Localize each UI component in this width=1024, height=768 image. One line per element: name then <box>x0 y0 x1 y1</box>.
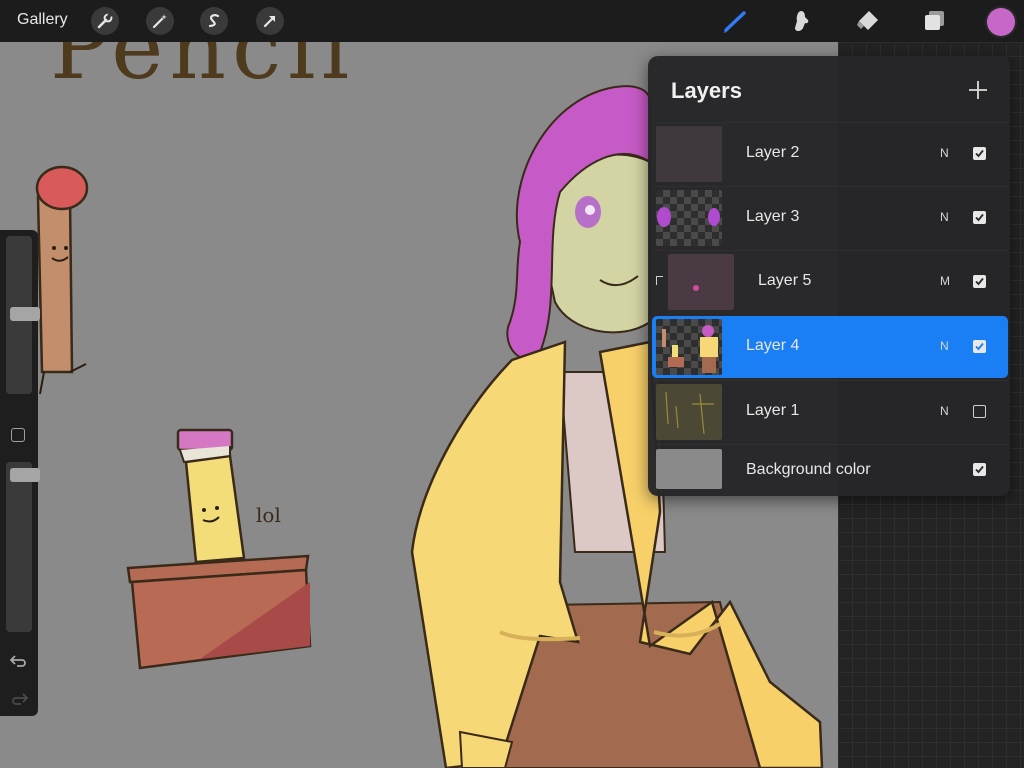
blend-mode[interactable]: N <box>940 146 949 160</box>
modify-square-icon[interactable] <box>11 428 25 442</box>
top-toolbar: Gallery <box>0 0 1024 42</box>
brush-size-slider[interactable] <box>6 236 40 394</box>
undo-icon[interactable] <box>9 650 29 670</box>
eraser-icon[interactable] <box>853 7 883 35</box>
layer-name: Layer 3 <box>746 208 800 225</box>
color-picker-button[interactable] <box>987 8 1015 36</box>
blend-mode[interactable]: M <box>940 274 950 288</box>
opacity-slider[interactable] <box>6 462 40 632</box>
magic-wand-icon[interactable] <box>146 7 174 35</box>
layer-row-layer-3[interactable]: Layer 3 N <box>652 186 1008 249</box>
blend-mode[interactable]: N <box>940 339 949 353</box>
layer-name: Layer 4 <box>746 337 800 354</box>
blend-mode[interactable]: N <box>940 210 949 224</box>
layers-panel-title: Layers <box>671 78 742 103</box>
left-sidebar <box>0 230 40 716</box>
blend-mode[interactable]: N <box>940 404 949 418</box>
artwork-title-lettering: Pencil <box>50 42 356 99</box>
layer-visibility-checkbox[interactable] <box>973 463 986 476</box>
layer-row-background-color[interactable]: Background color <box>652 444 1008 495</box>
layer-visibility-checkbox[interactable] <box>973 147 986 160</box>
layers-icon[interactable] <box>920 7 950 35</box>
plus-icon[interactable] <box>966 78 990 102</box>
layer-thumbnail <box>656 126 722 182</box>
layer-name: Layer 1 <box>746 402 800 419</box>
layer-thumbnail <box>656 319 722 375</box>
brush-icon[interactable] <box>721 7 751 35</box>
layer-visibility-checkbox[interactable] <box>973 211 986 224</box>
smudge-icon[interactable] <box>787 7 817 35</box>
layer-visibility-checkbox[interactable] <box>973 405 986 418</box>
layer-visibility-checkbox[interactable] <box>973 275 986 288</box>
selection-s-icon[interactable] <box>200 7 228 35</box>
layer-name: Layer 2 <box>746 144 800 161</box>
gallery-button[interactable]: Gallery <box>17 11 68 29</box>
layer-row-layer-2[interactable]: Layer 2 N <box>652 122 1008 185</box>
redo-icon[interactable] <box>9 688 29 708</box>
clipping-mask-icon <box>656 276 663 285</box>
layer-thumbnail <box>656 384 722 440</box>
svg-text:lol: lol <box>256 503 281 527</box>
layer-row-layer-5[interactable]: Layer 5 M <box>652 250 1008 313</box>
wrench-icon[interactable] <box>91 7 119 35</box>
layer-name: Layer 5 <box>758 272 812 289</box>
move-arrow-icon[interactable] <box>256 7 284 35</box>
layer-row-layer-4[interactable]: Layer 4 N <box>652 316 1008 378</box>
layers-panel: Layers Layer 2 N Layer 3 N Layer 5 M Lay… <box>648 56 1010 496</box>
layer-thumbnail <box>656 190 722 246</box>
svg-text:Pencil: Pencil <box>50 42 356 99</box>
layer-row-layer-1[interactable]: Layer 1 N <box>652 380 1008 443</box>
background-color-swatch[interactable] <box>656 449 722 489</box>
layer-thumbnail <box>668 254 734 310</box>
layer-visibility-checkbox[interactable] <box>973 340 986 353</box>
brush-size-thumb[interactable] <box>10 307 40 321</box>
opacity-thumb[interactable] <box>10 468 40 482</box>
layer-name: Background color <box>746 461 871 478</box>
